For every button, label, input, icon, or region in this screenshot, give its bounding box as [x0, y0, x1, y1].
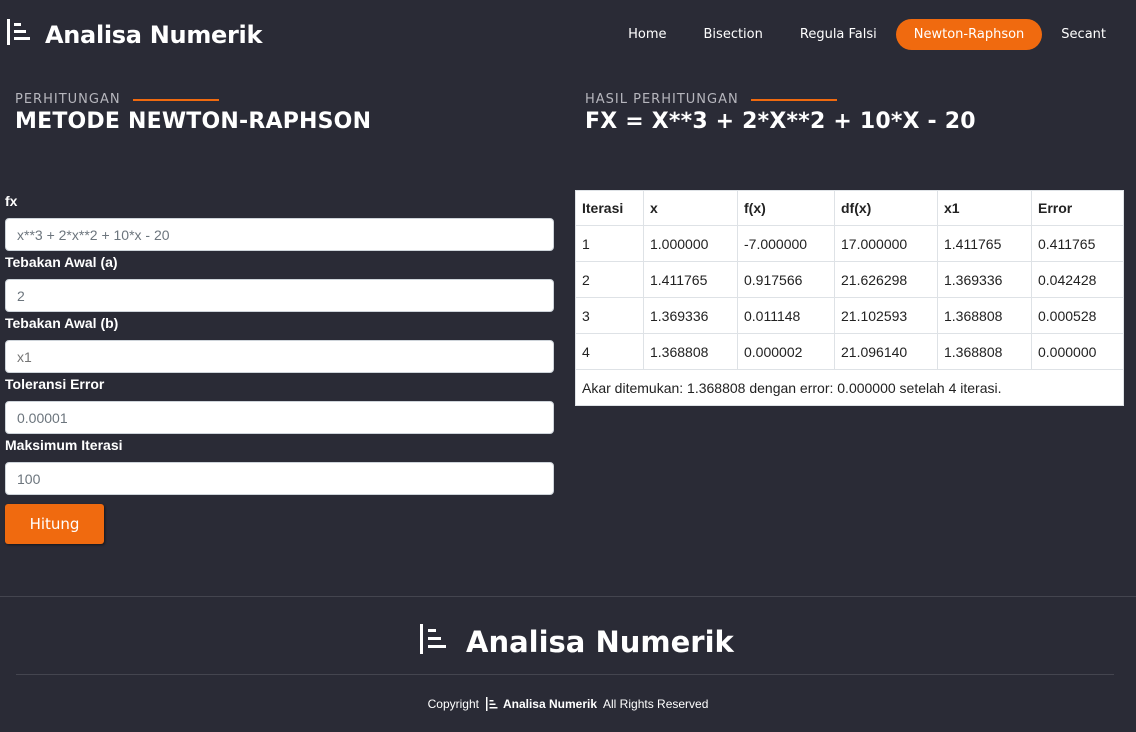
- iteration-table: Iterasi x f(x) df(x) x1 Error 1 1.000000…: [575, 190, 1124, 370]
- header-x: x: [643, 190, 738, 226]
- nav-newton-raphson[interactable]: Newton-Raphson: [895, 19, 1043, 50]
- footer-brand: Analisa Numerik: [418, 623, 734, 660]
- cell-x: 1.369336: [643, 297, 738, 334]
- fx-input[interactable]: [5, 218, 554, 251]
- copyright: Copyright Analisa Numerik All Rights Res…: [0, 697, 1136, 711]
- table-row: 2 1.411765 0.917566 21.626298 1.369336 0…: [575, 261, 1124, 298]
- result-table-container: Iterasi x f(x) df(x) x1 Error 1 1.000000…: [575, 190, 1124, 406]
- table-row: 3 1.369336 0.011148 21.102593 1.368808 0…: [575, 297, 1124, 334]
- cell-x: 1.411765: [643, 261, 738, 298]
- copyright-prefix: Copyright: [427, 697, 479, 711]
- cell-fx: 0.917566: [737, 261, 835, 298]
- fx-label: fx: [5, 193, 18, 209]
- newton-raphson-form: fx Tebakan Awal (a) Tebakan Awal (b) Tol…: [5, 192, 555, 544]
- result-heading: HASIL PERHITUNGAN FX = X**3 + 2*X**2 + 1…: [585, 92, 976, 134]
- cell-fx: -7.000000: [737, 225, 835, 262]
- header: Analisa Numerik Home Bisection Regula Fa…: [0, 0, 1136, 70]
- cell-dfx: 17.000000: [834, 225, 938, 262]
- cell-x1: 1.368808: [937, 333, 1032, 370]
- calc-title: METODE NEWTON-RAPHSON: [15, 109, 372, 134]
- tolerance-input[interactable]: [5, 401, 554, 434]
- cell-x1: 1.411765: [937, 225, 1032, 262]
- result-subtitle: HASIL PERHITUNGAN: [585, 92, 739, 107]
- bars-logo-icon: [5, 18, 35, 51]
- tolerance-label: Toleransi Error: [5, 376, 105, 392]
- table-header-row: Iterasi x f(x) df(x) x1 Error: [575, 190, 1124, 226]
- initial-guess-b-input[interactable]: [5, 340, 554, 373]
- cell-error: 0.411765: [1031, 225, 1124, 262]
- nav-secant[interactable]: Secant: [1043, 19, 1124, 50]
- cell-error: 0.000000: [1031, 333, 1124, 370]
- initial-guess-a-input[interactable]: [5, 279, 554, 312]
- cell-fx: 0.000002: [737, 333, 835, 370]
- cell-iterasi: 2: [575, 261, 644, 298]
- header-x1: x1: [937, 190, 1032, 226]
- cell-iterasi: 4: [575, 333, 644, 370]
- calc-heading: PERHITUNGAN METODE NEWTON-RAPHSON: [15, 92, 371, 134]
- calc-subtitle: PERHITUNGAN: [15, 92, 121, 107]
- header-iterasi: Iterasi: [575, 190, 644, 226]
- bars-logo-icon: [485, 697, 499, 711]
- cell-dfx: 21.102593: [834, 297, 938, 334]
- initial-guess-b-label: Tebakan Awal (b): [5, 315, 119, 331]
- copyright-brand: Analisa Numerik: [502, 697, 598, 711]
- cell-iterasi: 3: [575, 297, 644, 334]
- nav-home[interactable]: Home: [610, 19, 684, 50]
- cell-iterasi: 1: [575, 225, 644, 262]
- cell-x1: 1.369336: [937, 261, 1032, 298]
- cell-fx: 0.011148: [737, 297, 835, 334]
- nav-regula-falsi[interactable]: Regula Falsi: [782, 19, 895, 50]
- bars-logo-icon: [418, 623, 452, 660]
- max-iteration-input[interactable]: [5, 462, 554, 495]
- brand-name: Analisa Numerik: [45, 20, 263, 49]
- footer: Analisa Numerik Copyright Analisa Numeri…: [0, 596, 1136, 732]
- cell-x: 1.000000: [643, 225, 738, 262]
- nav-bisection[interactable]: Bisection: [686, 19, 781, 50]
- table-row: 1 1.000000 -7.000000 17.000000 1.411765 …: [575, 225, 1124, 262]
- header-fx: f(x): [737, 190, 835, 226]
- table-row: 4 1.368808 0.000002 21.096140 1.368808 0…: [575, 333, 1124, 370]
- cell-dfx: 21.626298: [834, 261, 938, 298]
- result-summary: Akar ditemukan: 1.368808 dengan error: 0…: [575, 370, 1124, 406]
- brand-logo[interactable]: Analisa Numerik: [5, 18, 262, 51]
- hitung-button[interactable]: Hitung: [5, 504, 104, 544]
- header-error: Error: [1031, 190, 1124, 226]
- cell-x: 1.368808: [643, 333, 738, 370]
- cell-dfx: 21.096140: [834, 333, 938, 370]
- cell-error: 0.000528: [1031, 297, 1124, 334]
- main-nav: Home Bisection Regula Falsi Newton-Raphs…: [609, 19, 1124, 50]
- result-title: FX = X**3 + 2*X**2 + 10*X - 20: [585, 109, 976, 134]
- subtitle-divider: [750, 98, 837, 101]
- max-iteration-label: Maksimum Iterasi: [5, 437, 123, 453]
- footer-divider: [16, 674, 1114, 675]
- footer-brand-name: Analisa Numerik: [466, 624, 734, 659]
- cell-error: 0.042428: [1031, 261, 1124, 298]
- subtitle-divider: [132, 98, 219, 101]
- cell-x1: 1.368808: [937, 297, 1032, 334]
- copyright-suffix: All Rights Reserved: [603, 697, 709, 711]
- header-dfx: df(x): [834, 190, 938, 226]
- initial-guess-a-label: Tebakan Awal (a): [5, 254, 118, 270]
